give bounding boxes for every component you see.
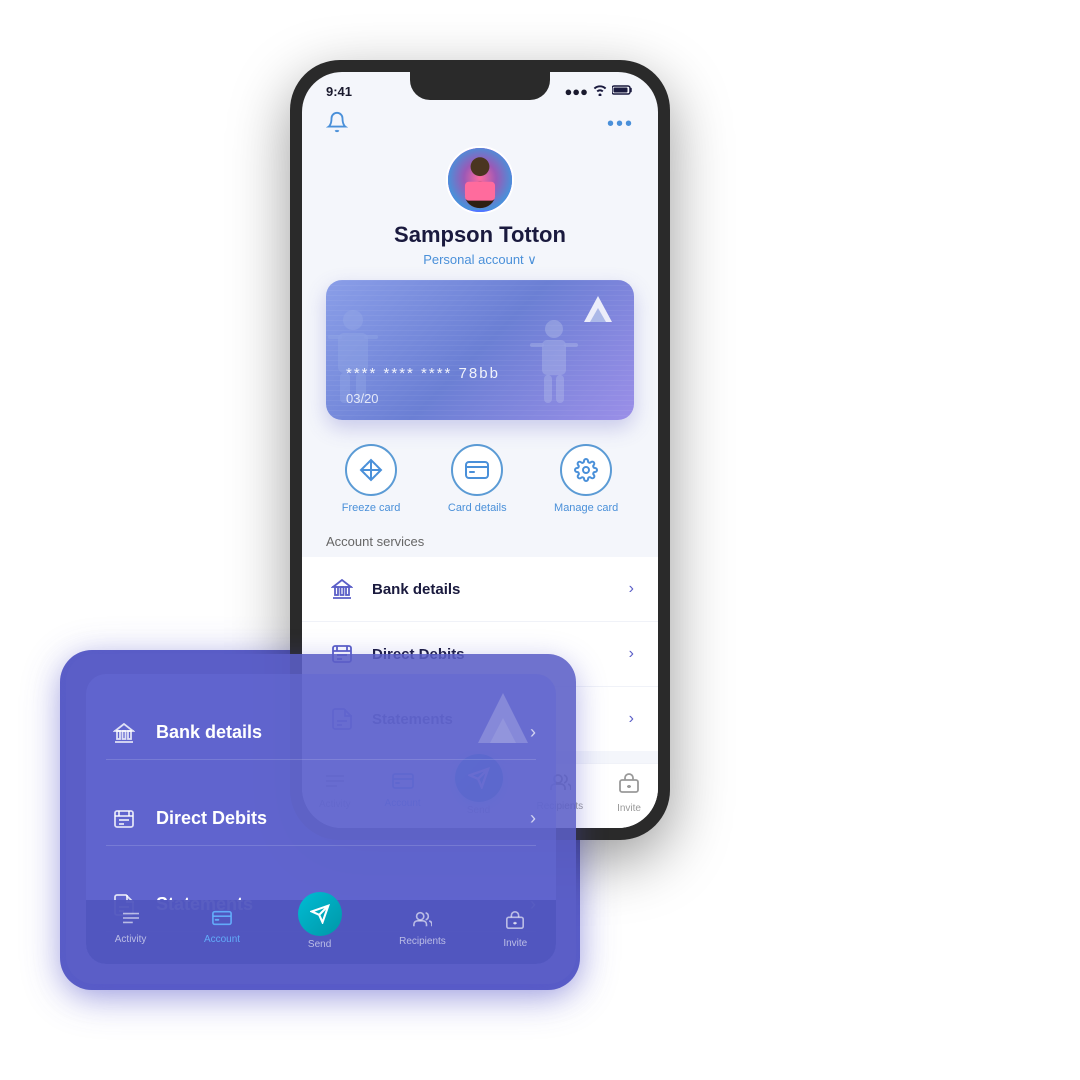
overlay-nav-send[interactable]: Send — [298, 910, 342, 950]
invite-label: Invite — [617, 803, 641, 814]
card-actions-row: Freeze card Card details — [302, 436, 658, 530]
overlay-wise-logo — [468, 688, 538, 760]
user-name: Sampson Totton — [394, 222, 566, 248]
account-type-selector[interactable]: Personal account ∨ — [423, 252, 537, 268]
overlay-send-button[interactable] — [298, 892, 342, 936]
wifi-icon — [592, 84, 608, 99]
overlay-activity-icon — [122, 910, 140, 931]
overlay-bank-details-icon — [106, 715, 142, 751]
card-details-button[interactable]: Card details — [448, 444, 507, 514]
card-container: **** **** **** 78bb 03/20 — [302, 280, 658, 436]
overlay-bottom-nav: Activity Account — [86, 900, 556, 964]
manage-card-label: Manage card — [554, 502, 618, 514]
overlay-send-label: Send — [308, 939, 331, 950]
profile-section: Sampson Totton Personal account ∨ — [302, 138, 658, 280]
nav-invite[interactable]: Invite — [617, 772, 641, 816]
status-icons: ●●● — [564, 84, 634, 99]
bank-details-text: Bank details — [372, 581, 629, 598]
overlay-nav-account[interactable]: Account — [204, 910, 240, 950]
freeze-card-icon-circle — [345, 444, 397, 496]
bank-details-chevron-icon: › — [629, 580, 634, 598]
statements-chevron-icon: › — [629, 710, 634, 728]
top-nav: ••• — [302, 103, 658, 138]
status-time: 9:41 — [326, 84, 352, 99]
overlay-nav-recipients[interactable]: Recipients — [399, 910, 446, 950]
overlay-invite-icon — [505, 910, 525, 935]
freeze-card-button[interactable]: Freeze card — [342, 444, 401, 514]
bank-details-icon — [326, 573, 358, 605]
card-illustration-right — [524, 315, 584, 420]
card-details-label: Card details — [448, 502, 507, 514]
overlay-recipients-icon — [412, 910, 432, 933]
more-options-icon[interactable]: ••• — [607, 113, 634, 136]
overlay-direct-debits-icon — [106, 801, 142, 837]
phone-notch — [410, 72, 550, 100]
overlay-activity-label: Activity — [115, 934, 147, 945]
overlay-account-icon — [212, 910, 232, 931]
notification-bell-icon[interactable] — [326, 111, 348, 138]
overlay-account-label: Account — [204, 934, 240, 945]
card-number: **** **** **** 78bb — [346, 365, 500, 382]
overlay-nav-invite[interactable]: Invite — [503, 910, 527, 950]
bank-details-item[interactable]: Bank details › — [302, 557, 658, 622]
card-expiry: 03/20 — [346, 391, 379, 406]
overlay-recipients-label: Recipients — [399, 936, 446, 947]
overlay-direct-debits-text: Direct Debits — [156, 808, 530, 829]
battery-icon — [612, 84, 634, 99]
overlay-direct-debits-chevron-icon: › — [530, 808, 536, 829]
card-details-icon-circle — [451, 444, 503, 496]
direct-debits-chevron-icon: › — [629, 645, 634, 663]
freeze-card-label: Freeze card — [342, 502, 401, 514]
overlay-direct-debits-item[interactable]: Direct Debits › — [106, 793, 536, 846]
manage-card-button[interactable]: Manage card — [554, 444, 618, 514]
chevron-down-icon: ∨ — [527, 252, 537, 267]
manage-card-icon-circle — [560, 444, 612, 496]
card-logo — [580, 294, 616, 330]
overlay-card: Bank details › Direct Debits › — [66, 654, 576, 984]
invite-icon — [618, 772, 640, 800]
credit-card[interactable]: **** **** **** 78bb 03/20 — [326, 280, 634, 420]
account-services-title: Account services — [302, 530, 658, 557]
overlay-invite-label: Invite — [503, 938, 527, 949]
signal-icon: ●●● — [564, 84, 588, 99]
overlay-nav-activity[interactable]: Activity — [115, 910, 147, 950]
avatar — [446, 146, 514, 214]
overlay-card-inner: Bank details › Direct Debits › — [86, 674, 556, 964]
